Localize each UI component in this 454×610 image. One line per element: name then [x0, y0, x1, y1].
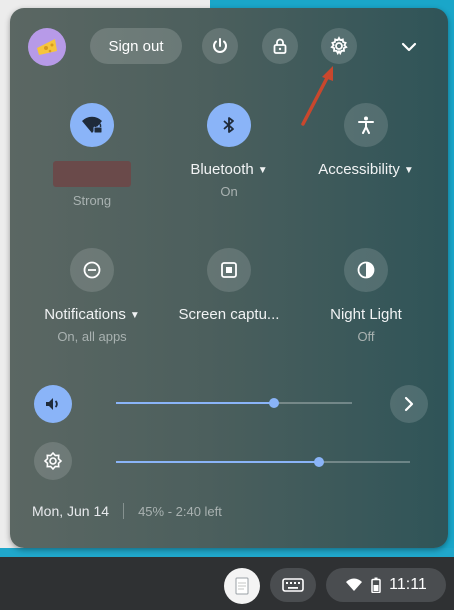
ime-keyboard-button[interactable] — [270, 568, 316, 602]
wifi-icon — [346, 578, 363, 591]
keyboard-icon — [282, 578, 304, 592]
note-app-button[interactable] — [224, 568, 260, 604]
battery-icon — [371, 577, 381, 593]
status-area-button[interactable]: 11:11 — [326, 568, 446, 602]
clock-time: 11:11 — [389, 576, 427, 593]
annotation-arrow — [301, 66, 333, 126]
note-icon — [235, 577, 249, 595]
